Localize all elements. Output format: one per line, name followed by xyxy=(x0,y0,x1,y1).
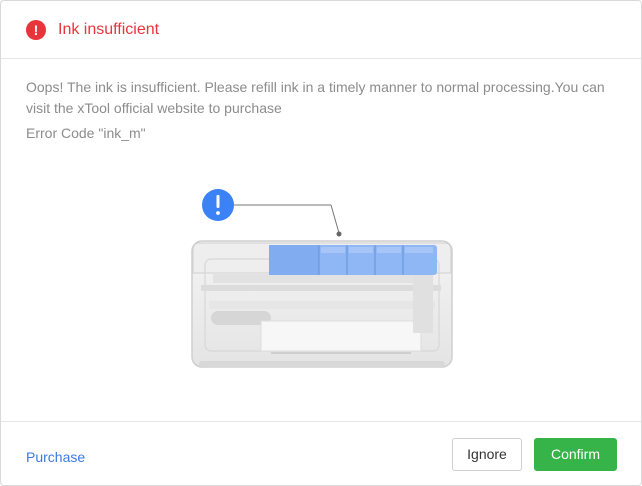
info-exclamation-icon xyxy=(202,189,234,221)
dialog-footer: Purchase Ignore Confirm xyxy=(1,421,641,485)
ignore-button[interactable]: Ignore xyxy=(452,438,522,471)
dialog-header: ! Ink insufficient xyxy=(1,1,641,59)
purchase-link[interactable]: Purchase xyxy=(26,448,85,466)
confirm-button[interactable]: Confirm xyxy=(534,438,617,471)
printer-illustration xyxy=(191,189,453,368)
dialog-title: Ink insufficient xyxy=(58,21,160,38)
exclamation-circle-icon: ! xyxy=(26,20,46,40)
ink-cartridges xyxy=(269,245,437,275)
ink-insufficient-dialog: ! Ink insufficient Oops! The ink is insu… xyxy=(0,0,642,486)
error-code: Error Code "ink_m" xyxy=(26,125,146,141)
dialog-message: Oops! The ink is insufficient. Please re… xyxy=(26,79,605,116)
